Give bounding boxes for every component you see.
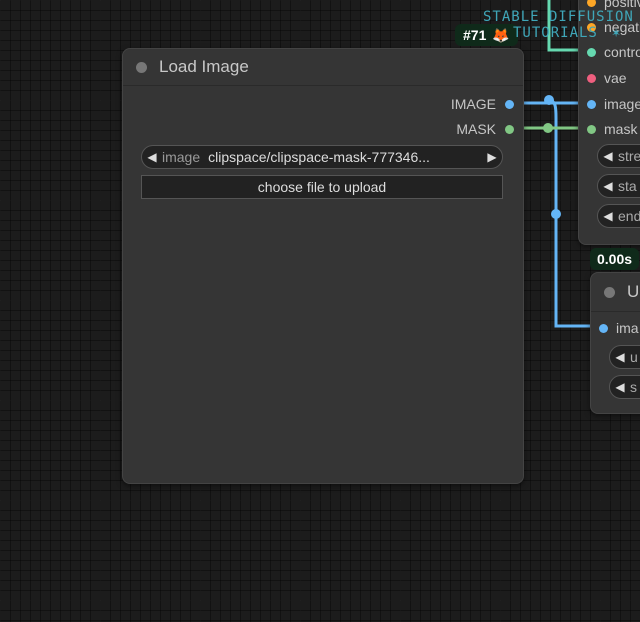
collapse-toggle-icon[interactable] — [136, 61, 147, 73]
watermark-logo: STABLE DIFFUSION TUTORIALS ✶ — [483, 9, 634, 41]
decrement-arrow-icon[interactable]: ◀ — [610, 380, 630, 394]
input-slot-vae[interactable]: vae — [579, 69, 627, 87]
image-wire-reroute-dot — [544, 95, 554, 105]
lower-right-node[interactable]: U ima ◀ u ◀ s — [590, 272, 640, 414]
decrement-arrow-icon[interactable]: ◀ — [598, 209, 618, 223]
widget-s[interactable]: ◀ s — [609, 375, 640, 399]
end-percent-widget[interactable]: ◀ end — [597, 204, 640, 228]
strength-widget[interactable]: ◀ stre — [597, 144, 640, 168]
start-percent-widget[interactable]: ◀ sta — [597, 174, 640, 198]
vae-slot-icon[interactable] — [587, 73, 596, 83]
image-wire-midpoint-dot — [551, 209, 561, 219]
load-image-node[interactable]: Load Image IMAGE MASK ◀ image clipspace/… — [122, 48, 524, 484]
image-preview-area — [141, 209, 503, 469]
input-slot-control[interactable]: control — [579, 43, 640, 61]
node-title: Load Image — [159, 57, 249, 76]
image-slot-icon[interactable] — [599, 323, 608, 333]
node-title-bar[interactable]: U — [591, 273, 640, 312]
node-title-bar[interactable]: Load Image — [123, 49, 523, 86]
mask-output-slot-icon[interactable] — [505, 124, 514, 134]
output-slot-mask[interactable]: MASK — [456, 120, 514, 138]
output-slot-image[interactable]: IMAGE — [451, 95, 514, 113]
decrement-arrow-icon[interactable]: ◀ — [598, 149, 618, 163]
node-title: U — [627, 282, 640, 301]
decrement-arrow-icon[interactable]: ◀ — [598, 179, 618, 193]
image-output-slot-icon[interactable] — [505, 99, 514, 109]
positive-slot-icon[interactable] — [587, 0, 596, 7]
next-arrow-icon[interactable]: ▶ — [482, 150, 502, 164]
input-slot-image[interactable]: ima — [591, 319, 639, 337]
choose-file-button[interactable]: choose file to upload — [141, 175, 503, 199]
sparkle-icon: ✶ — [611, 25, 622, 41]
image-slot-icon[interactable] — [587, 99, 596, 109]
mask-slot-icon[interactable] — [587, 124, 596, 134]
decrement-arrow-icon[interactable]: ◀ — [610, 350, 630, 364]
previous-arrow-icon[interactable]: ◀ — [142, 150, 162, 164]
collapse-toggle-icon[interactable] — [604, 286, 615, 298]
input-slot-mask[interactable]: mask — [579, 120, 637, 138]
widget-u[interactable]: ◀ u — [609, 345, 640, 369]
image-select-combo[interactable]: ◀ image clipspace/clipspace-mask-777346.… — [141, 145, 503, 169]
execution-time-badge: 0.00s — [590, 248, 640, 270]
node-graph-canvas[interactable]: positive negative control vae image mask… — [0, 0, 640, 622]
input-slot-image[interactable]: image — [579, 95, 640, 113]
mask-wire-midpoint-dot — [543, 123, 553, 133]
control-slot-icon[interactable] — [587, 47, 596, 57]
